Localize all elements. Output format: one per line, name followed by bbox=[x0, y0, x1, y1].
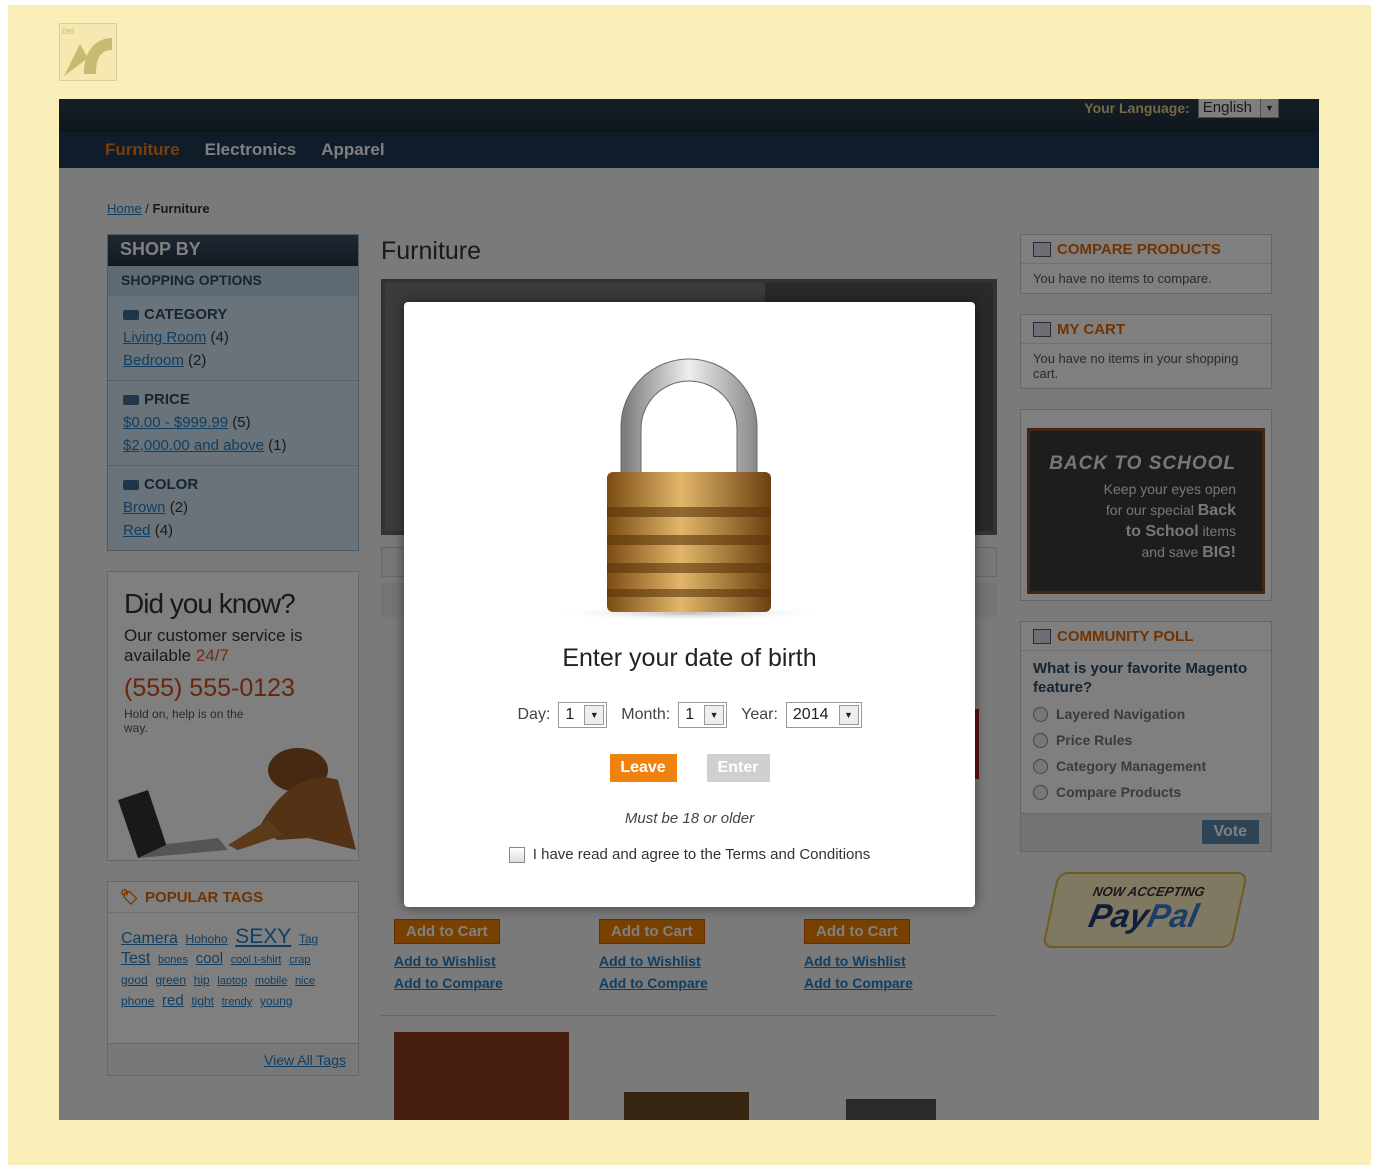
month-value: 1 bbox=[685, 706, 695, 723]
padlock-icon bbox=[549, 358, 829, 621]
month-select[interactable]: 1 ▼ bbox=[678, 702, 728, 728]
terms-checkbox[interactable] bbox=[508, 846, 525, 863]
age-verification-modal: Enter your date of birth Day: 1 ▼ Month: … bbox=[404, 302, 975, 907]
svg-text:bel: bel bbox=[62, 26, 74, 36]
terms-label[interactable]: I have read and agree to the Terms and C… bbox=[533, 846, 870, 863]
leave-button[interactable]: Leave bbox=[609, 754, 677, 782]
modal-title: Enter your date of birth bbox=[562, 644, 817, 672]
month-label: Month: bbox=[621, 706, 671, 723]
modal-actions: Leave Enter bbox=[404, 754, 975, 782]
chevron-down-icon[interactable]: ▼ bbox=[584, 705, 605, 725]
chevron-down-icon[interactable]: ▼ bbox=[704, 705, 725, 725]
year-label: Year: bbox=[741, 706, 778, 723]
logo-icon: bel bbox=[60, 24, 116, 80]
day-select[interactable]: 1 ▼ bbox=[558, 702, 608, 728]
age-requirement-note: Must be 18 or older bbox=[624, 810, 755, 827]
enter-button[interactable]: Enter bbox=[706, 754, 770, 782]
logo: bel bbox=[59, 23, 117, 81]
day-value: 1 bbox=[565, 706, 575, 723]
date-of-birth-selectors: Day: 1 ▼ Month: 1 ▼ Year: 2014 ▼ bbox=[404, 702, 975, 728]
year-value: 2014 bbox=[792, 706, 829, 723]
day-label: Day: bbox=[517, 706, 551, 723]
terms-agreement: I have read and agree to the Terms and C… bbox=[404, 846, 975, 863]
chevron-down-icon[interactable]: ▼ bbox=[838, 705, 859, 725]
year-select[interactable]: 2014 ▼ bbox=[785, 702, 862, 728]
